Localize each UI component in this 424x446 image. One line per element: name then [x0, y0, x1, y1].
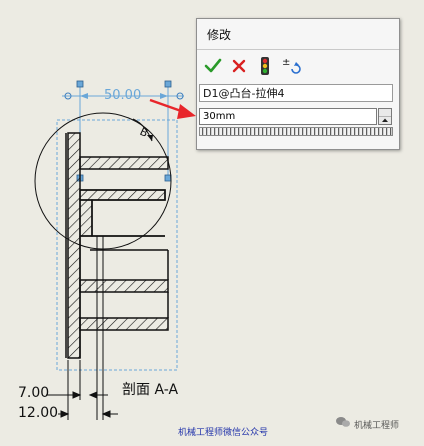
watermark-text: 机械工程师: [354, 421, 400, 431]
thumbwheel-slider[interactable]: [199, 127, 393, 136]
checkmark-icon: [204, 58, 222, 73]
rebuild-button[interactable]: [255, 55, 275, 77]
value-spinner[interactable]: [378, 108, 392, 131]
cancel-button[interactable]: [229, 55, 249, 77]
dimension-value-input[interactable]: [199, 108, 377, 125]
dimension-value-label[interactable]: 50.00: [104, 88, 141, 103]
ok-button[interactable]: [203, 55, 223, 77]
dimension-name-field: D1@凸台-拉伸4: [199, 84, 393, 102]
dimension-7-label[interactable]: 7.00: [18, 385, 49, 401]
traffic-light-icon: [261, 57, 269, 75]
footer-note: 机械工程师微信公众号: [178, 428, 269, 438]
dimension-7[interactable]: [46, 360, 108, 400]
section-view-label: 剖面 A-A: [122, 382, 179, 398]
wechat-icon: [336, 417, 350, 427]
dialog-divider: [197, 49, 399, 50]
dialog-title: 修改: [207, 28, 232, 42]
dimension-12-label[interactable]: 12.00: [18, 405, 58, 421]
regenerate-button[interactable]: ±: [281, 55, 301, 77]
detail-circle[interactable]: [34, 112, 172, 250]
modify-dialog: 修改 ± D1@凸台-拉伸4: [196, 18, 400, 150]
spin-up-button[interactable]: [379, 109, 391, 122]
spin-down-button[interactable]: [379, 117, 391, 131]
plus-minus-regenerate-icon: ±: [282, 57, 301, 74]
x-icon: [232, 59, 246, 73]
svg-text:±: ±: [282, 57, 290, 68]
dimension-12[interactable]: [58, 360, 118, 420]
pointer-arrow: [149, 98, 196, 119]
